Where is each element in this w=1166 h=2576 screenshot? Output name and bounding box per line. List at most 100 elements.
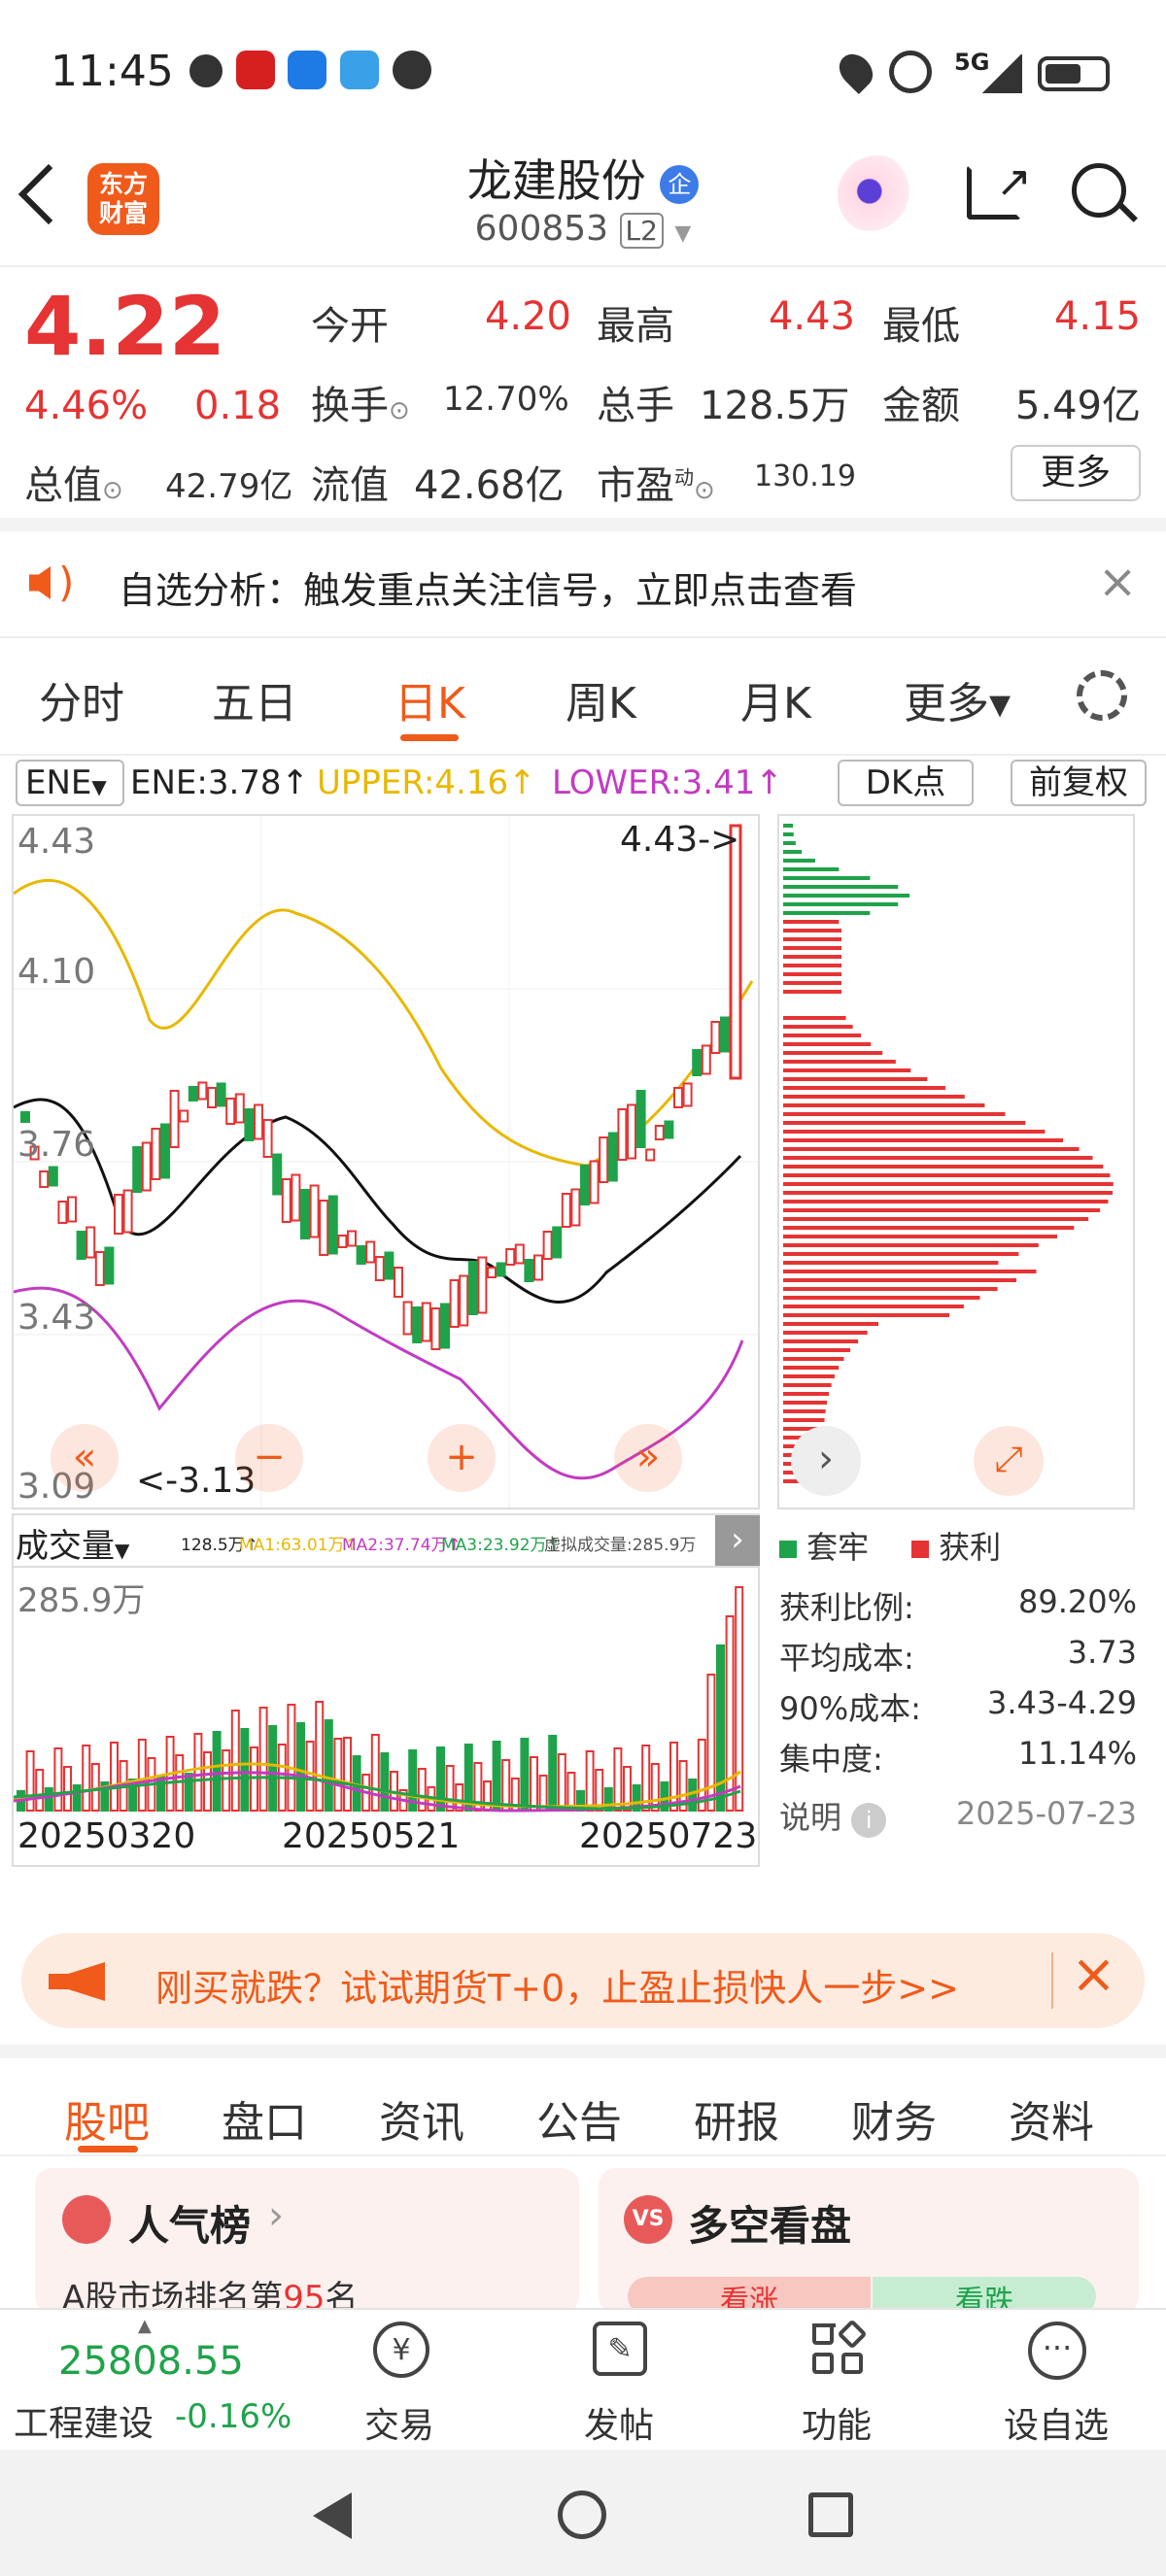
- chip-info-panel: 套牢 获利 获利比例: 89.20% 平均成本: 3.73 90%成本: 3.43-4…: [777, 1511, 1147, 1842]
- app-notification-icon: [189, 54, 223, 87]
- chip-bar: [783, 1025, 853, 1029]
- nav-trade[interactable]: ¥ 交易: [317, 2310, 482, 2452]
- volume-bar: [324, 1719, 333, 1812]
- chip-bar: [783, 1077, 928, 1081]
- tab-weekly-k[interactable]: 周K: [566, 668, 636, 730]
- turnover-label: 换手⊙: [311, 384, 410, 428]
- more-button[interactable]: 更多: [1011, 445, 1141, 501]
- expand-icon[interactable]: ⤢: [974, 1426, 1044, 1496]
- tab-handicap[interactable]: 盘口: [222, 2087, 307, 2150]
- candle: [272, 1153, 283, 1196]
- nav-add-watchlist[interactable]: ··· 设自选: [974, 2310, 1139, 2452]
- candle: [365, 1240, 376, 1264]
- recents-square-icon[interactable]: [808, 2492, 853, 2537]
- candle: [729, 824, 742, 1080]
- chip-distribution[interactable]: › ⤢: [777, 814, 1135, 1509]
- ene-value: ENE:3.78↑: [130, 763, 310, 802]
- chip-bar: [783, 1208, 1101, 1212]
- candle: [67, 1196, 77, 1223]
- y-label-3: 3.76: [17, 1125, 96, 1165]
- candle: [327, 1195, 338, 1255]
- close-icon[interactable]: ×: [1098, 555, 1137, 609]
- volume-bar: [35, 1769, 45, 1812]
- explain-link[interactable]: 说明 i: [779, 1793, 887, 1838]
- chip-bar: [783, 1200, 1109, 1203]
- system-nav-bar: [0, 2450, 1166, 2576]
- tab-news[interactable]: 资讯: [379, 2087, 464, 2150]
- open-label: 今开: [311, 304, 389, 349]
- level2-badge[interactable]: L2: [619, 213, 664, 249]
- change-percent: 4.46%: [24, 384, 149, 428]
- candle: [477, 1256, 488, 1314]
- analysis-notice[interactable]: ) 自选分析：触发重点关注信号，立即点击查看 ×: [0, 531, 1166, 638]
- tab-research[interactable]: 研报: [694, 2087, 779, 2150]
- chip-bar: [783, 850, 803, 854]
- high-label: 最高: [597, 304, 674, 349]
- futures-ad-banner[interactable]: 刚买就跌？试试期货T+0，止盈止损快人一步>> ×: [21, 1933, 1145, 2028]
- nav-post[interactable]: ✎ 发帖: [536, 2310, 702, 2452]
- expand-arrow-icon[interactable]: ›: [715, 1515, 760, 1566]
- chip-bar: [783, 946, 841, 950]
- volume-bar: [716, 1644, 725, 1812]
- rewind-icon[interactable]: «: [51, 1424, 119, 1492]
- volume-bar: [548, 1735, 558, 1812]
- tab-five-day[interactable]: 五日: [212, 668, 297, 730]
- nav-functions[interactable]: 功能: [754, 2310, 919, 2452]
- yen-circle-icon: ¥: [373, 2322, 429, 2378]
- robot-assistant-icon[interactable]: [838, 155, 917, 235]
- back-triangle-icon[interactable]: [313, 2492, 352, 2539]
- close-icon[interactable]: ×: [1071, 1943, 1116, 2006]
- volume-bar: [669, 1742, 678, 1812]
- zoom-in-icon[interactable]: +: [428, 1424, 496, 1492]
- zoom-out-icon[interactable]: −: [235, 1424, 303, 1492]
- search-icon[interactable]: [1072, 163, 1126, 218]
- volume-bar: [44, 1787, 53, 1812]
- volume-bar: [212, 1731, 222, 1812]
- dk-point-button[interactable]: DK点: [838, 760, 974, 806]
- tab-more[interactable]: 更多▾: [904, 668, 1011, 730]
- volume-chart[interactable]: 285.9万 20250320 20250521 20250723: [12, 1566, 760, 1867]
- candle: [197, 1081, 208, 1101]
- home-circle-icon[interactable]: [558, 2491, 606, 2539]
- trap-legend: 套牢: [779, 1523, 869, 1568]
- tab-profile[interactable]: 资料: [1009, 2087, 1094, 2150]
- candle: [533, 1254, 543, 1281]
- tab-monthly-k[interactable]: 月K: [740, 668, 811, 730]
- ad-text[interactable]: 刚买就跌？试试期货T+0，止盈止损快人一步>>: [155, 1958, 959, 2012]
- y-label-4: 3.43: [17, 1298, 96, 1338]
- chevron-down-icon[interactable]: ▼: [674, 221, 691, 246]
- chip-bar: [783, 1278, 1017, 1282]
- chip-bar: [783, 1051, 883, 1055]
- adjust-button[interactable]: 前复权: [1011, 760, 1147, 806]
- tab-announcements[interactable]: 公告: [536, 2087, 622, 2150]
- tab-intraday[interactable]: 分时: [39, 668, 124, 730]
- info-icon[interactable]: ⊙: [694, 476, 715, 505]
- notice-text[interactable]: 自选分析：触发重点关注信号，立即点击查看: [119, 560, 857, 614]
- grid-icon: [812, 2319, 868, 2376]
- high-value: 4.43: [768, 294, 855, 339]
- popularity-card[interactable]: 人气榜 › A股市场排名第95名: [35, 2168, 579, 2318]
- byd-app-icon: [236, 51, 275, 89]
- volume-select[interactable]: 成交量▼: [16, 1519, 129, 1567]
- tab-forum[interactable]: 股吧: [64, 2087, 150, 2150]
- indicator-select[interactable]: ENE▼: [16, 760, 124, 806]
- chevron-right-icon[interactable]: ›: [791, 1426, 861, 1496]
- candle: [496, 1262, 506, 1277]
- ma1-value: MA1:63.01万↑: [239, 1536, 359, 1555]
- forward-icon[interactable]: »: [614, 1424, 682, 1492]
- chip-bar: [783, 1173, 1111, 1177]
- sector-index-value[interactable]: 25808.55: [58, 2339, 244, 2384]
- bull-bear-card[interactable]: VS 多空看盘 看涨 看跌: [599, 2168, 1139, 2316]
- date-label-2: 20250521: [282, 1816, 461, 1856]
- kline-chart[interactable]: 4.43 4.10 3.76 3.43 3.09 4.43-> <-3.13 «…: [12, 814, 760, 1509]
- chip-bar: [783, 1086, 945, 1090]
- tab-finance[interactable]: 财务: [851, 2087, 937, 2150]
- sector-name[interactable]: 工程建设: [14, 2395, 154, 2446]
- info-icon[interactable]: ⊙: [389, 396, 410, 425]
- low-value: 4.15: [1053, 294, 1141, 339]
- active-tab-indicator: [400, 734, 459, 741]
- gear-icon[interactable]: [1077, 670, 1127, 721]
- tab-daily-k[interactable]: 日K: [394, 668, 465, 730]
- info-icon[interactable]: ⊙: [102, 476, 123, 505]
- volume-bar: [296, 1722, 305, 1812]
